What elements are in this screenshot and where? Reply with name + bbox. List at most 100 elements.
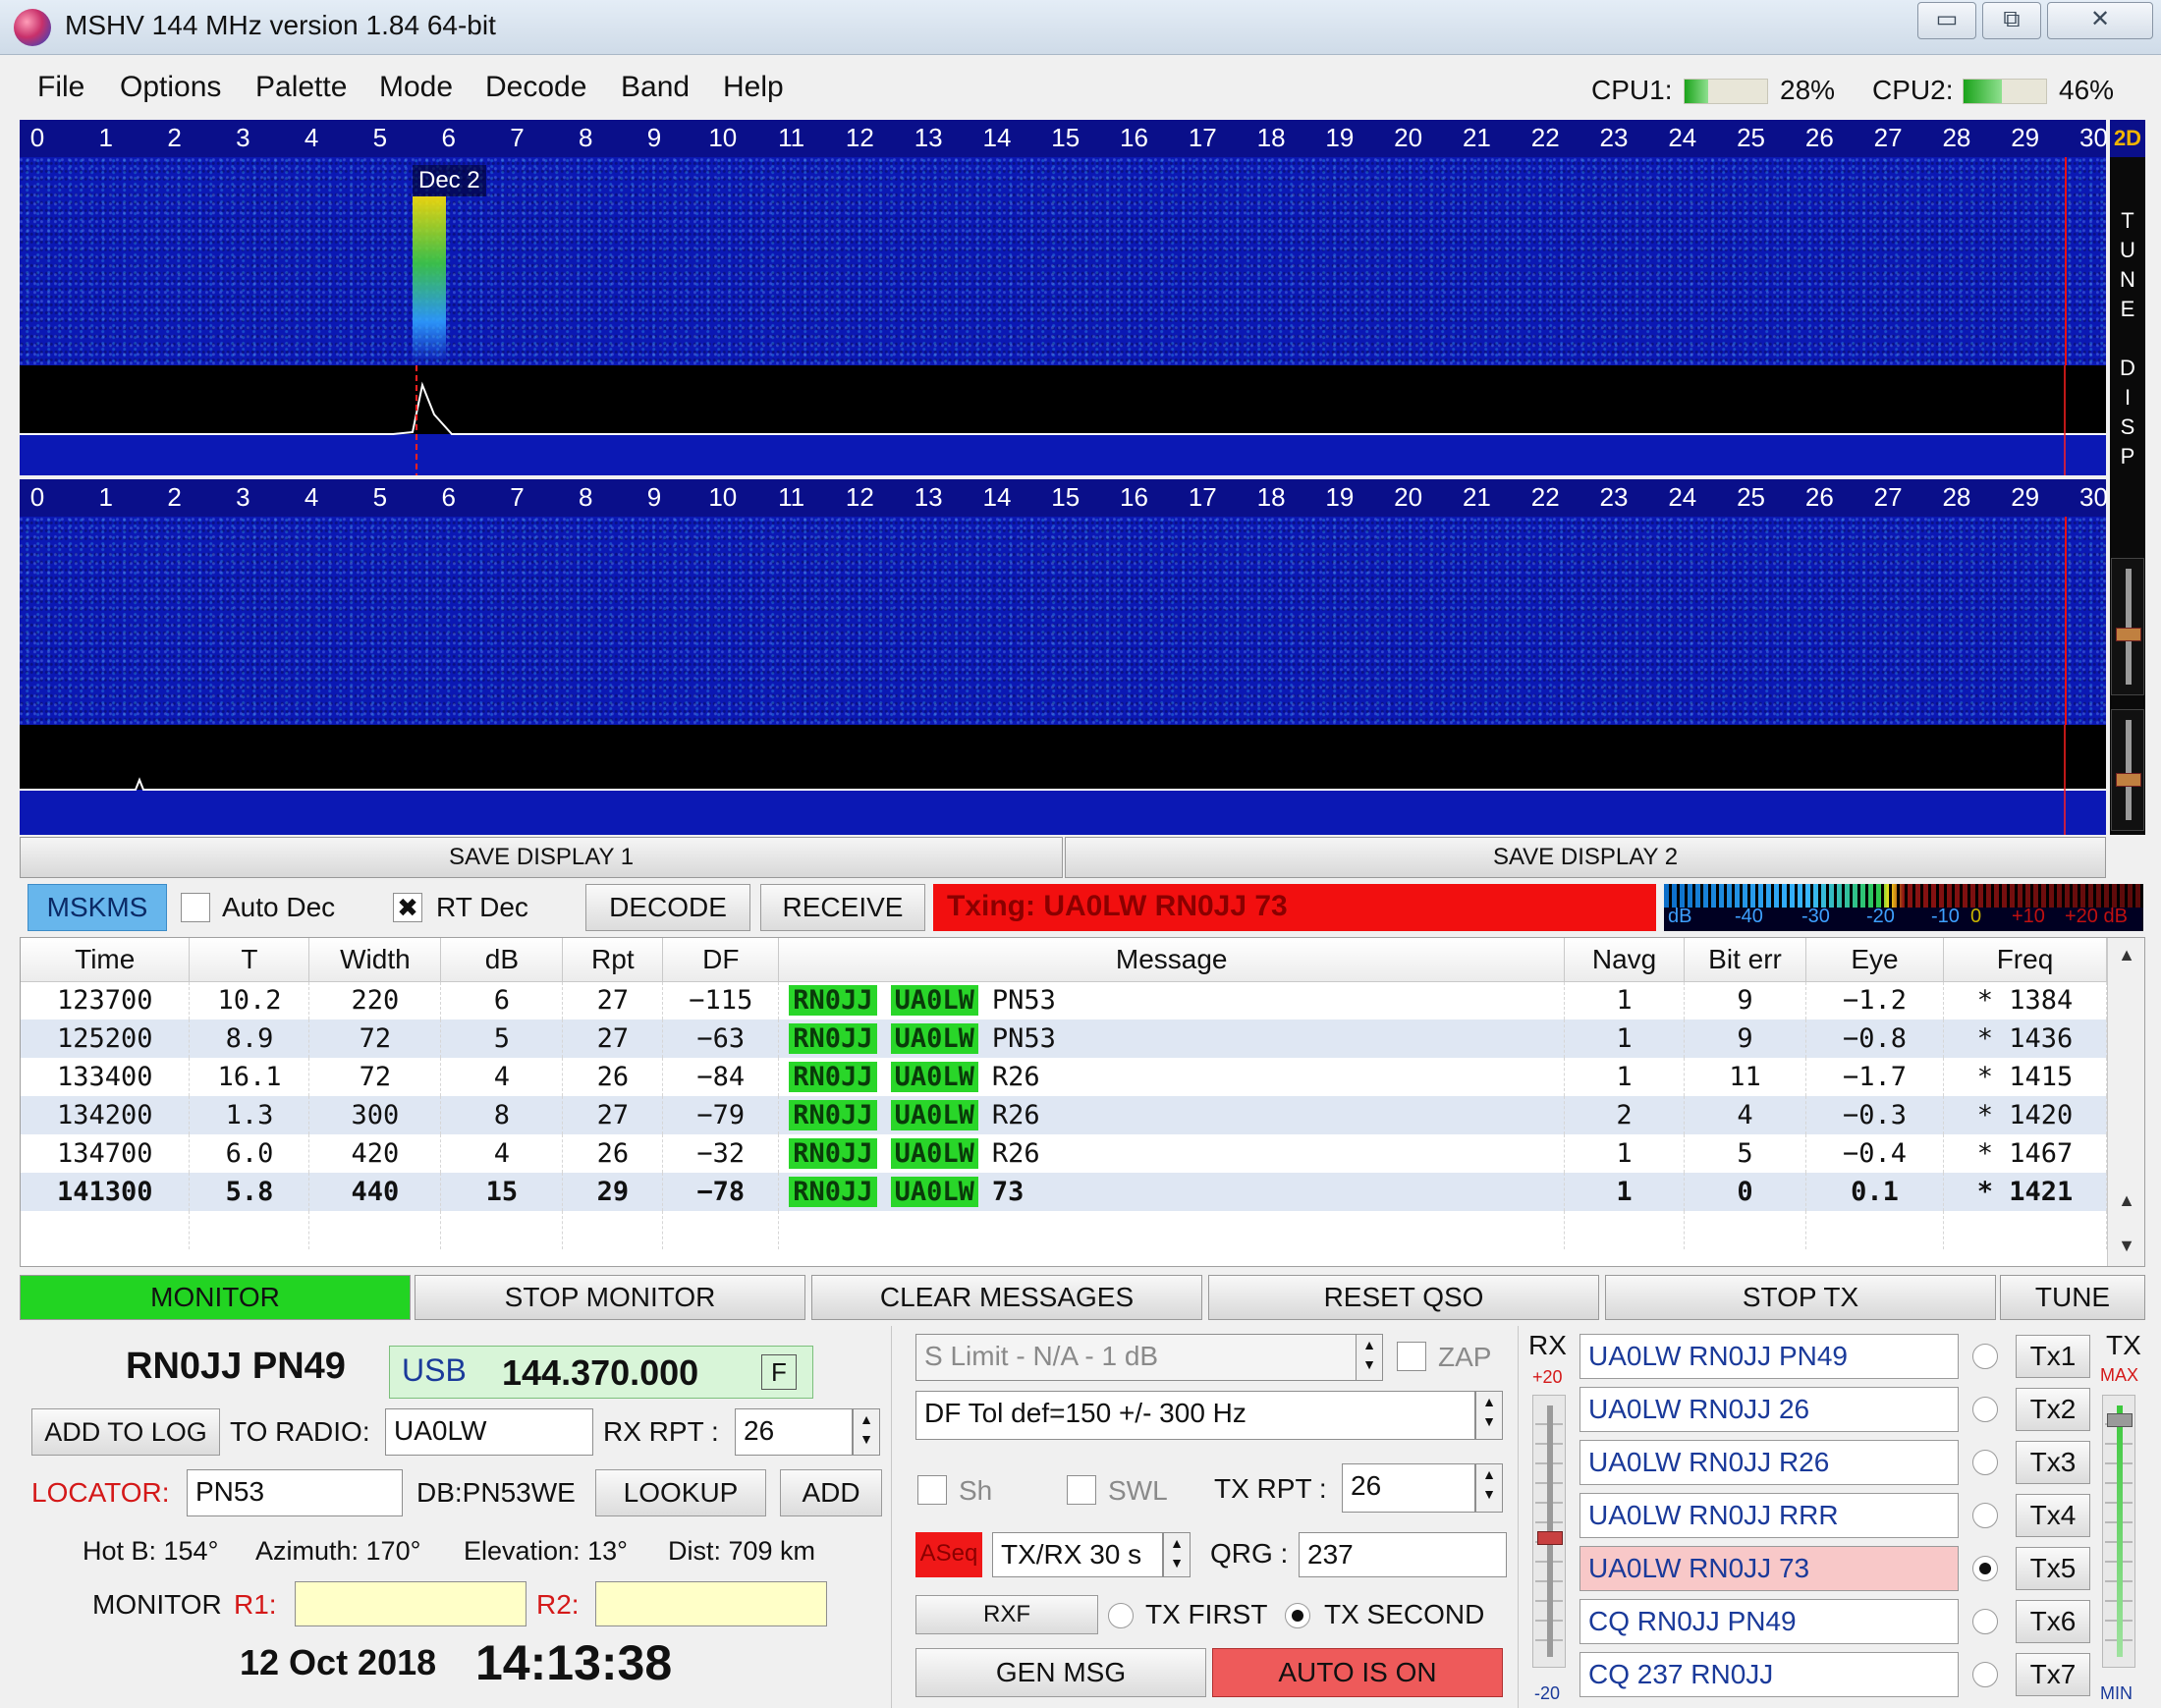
- tx-second-radio[interactable]: [1285, 1603, 1310, 1628]
- tx-rpt-field[interactable]: 26: [1342, 1463, 1475, 1513]
- locator-field[interactable]: PN53: [187, 1469, 403, 1516]
- to-radio-field[interactable]: UA0LW: [385, 1408, 593, 1456]
- auto-dec-checkbox[interactable]: [181, 893, 210, 922]
- de-callsign[interactable]: UA0LW: [890, 1138, 978, 1169]
- auto-is-on-button[interactable]: AUTO IS ON: [1212, 1648, 1503, 1697]
- display-brightness-slider[interactable]: [2111, 709, 2144, 831]
- col-db[interactable]: dB: [440, 938, 564, 982]
- tx-send-button[interactable]: Tx4: [2016, 1494, 2090, 1537]
- qrg-field[interactable]: 237: [1299, 1532, 1507, 1577]
- menu-decode[interactable]: Decode: [485, 71, 586, 104]
- dx-callsign[interactable]: RN0JJ: [789, 1177, 877, 1207]
- tx-select-radio[interactable]: [1972, 1662, 1998, 1687]
- lookup-button[interactable]: LOOKUP: [595, 1469, 766, 1516]
- add-button[interactable]: ADD: [780, 1469, 882, 1516]
- display-2[interactable]: 0 1 2 3 4 5 6 7 8 9 10 11 12 13 14 15 16 17 18 19 20 21 22 23 24…: [20, 479, 2108, 835]
- waterfall-2[interactable]: [20, 517, 2106, 725]
- display-1[interactable]: 0 1 2 3 4 5 6 7 8 9 10 11 12 13 14 15 16 17 18 19 20 21 22 23 24…: [20, 120, 2108, 475]
- decoded-messages-table[interactable]: Time T Width dB Rpt DF Message Navg Bit …: [20, 937, 2145, 1267]
- table-row[interactable]: 134700 6.0 420 4 26 −32 RN0JJ UA0LW R26 1 5 −0.4 * 1…: [21, 1134, 2108, 1173]
- save-display-1-button[interactable]: SAVE DISPLAY 1: [20, 837, 1063, 878]
- close-button[interactable]: ✕: [2047, 2, 2153, 39]
- f-button[interactable]: F: [761, 1354, 797, 1390]
- r1-field[interactable]: [295, 1581, 526, 1626]
- tx-power-slider[interactable]: [2102, 1395, 2135, 1668]
- zap-checkbox[interactable]: [1397, 1342, 1426, 1371]
- dx-callsign[interactable]: RN0JJ: [789, 1023, 877, 1054]
- tx-rpt-stepper[interactable]: ▲ ▼: [1475, 1463, 1503, 1513]
- menu-palette[interactable]: Palette: [255, 71, 347, 104]
- tx-select-radio[interactable]: [1972, 1450, 1998, 1475]
- scroll-up-icon[interactable]: ▲: [2114, 942, 2139, 967]
- save-display-2-button[interactable]: SAVE DISPLAY 2: [1065, 837, 2106, 878]
- dx-callsign[interactable]: RN0JJ: [789, 985, 877, 1017]
- table-scrollbar[interactable]: ▲ ▲ ▼: [2107, 938, 2144, 1266]
- stop-tx-button[interactable]: STOP TX: [1605, 1275, 1996, 1320]
- menu-help[interactable]: Help: [723, 71, 784, 104]
- gen-msg-button[interactable]: GEN MSG: [915, 1648, 1206, 1697]
- tx-select-radio[interactable]: [1972, 1609, 1998, 1634]
- df-tol-field[interactable]: DF Tol def=150 +/- 300 Hz: [915, 1391, 1475, 1440]
- tx-select-radio[interactable]: [1972, 1556, 1998, 1581]
- scroll-down-icon[interactable]: ▼: [2114, 1233, 2139, 1258]
- tx-first-radio[interactable]: [1108, 1603, 1134, 1628]
- tx-send-button[interactable]: Tx1: [2016, 1335, 2090, 1378]
- decode-button[interactable]: DECODE: [585, 884, 750, 931]
- rx-rpt-field[interactable]: 26: [735, 1408, 853, 1456]
- col-time[interactable]: Time: [21, 938, 191, 982]
- dx-callsign[interactable]: RN0JJ: [789, 1138, 877, 1169]
- tx-message-field[interactable]: UA0LW RN0JJ PN49: [1579, 1334, 1959, 1379]
- tx-message-field[interactable]: UA0LW RN0JJ 73: [1579, 1546, 1959, 1591]
- receive-button[interactable]: RECEIVE: [760, 884, 925, 931]
- monitor-button[interactable]: MONITOR: [20, 1275, 411, 1320]
- de-callsign[interactable]: UA0LW: [890, 1062, 978, 1092]
- clear-messages-button[interactable]: CLEAR MESSAGES: [811, 1275, 1202, 1320]
- col-df[interactable]: DF: [662, 938, 780, 982]
- table-row[interactable]: 133400 16.1 72 4 26 −84 RN0JJ UA0LW R26 1 11 −1.7 * …: [21, 1058, 2108, 1096]
- sh-checkbox[interactable]: [917, 1475, 947, 1505]
- tx-select-radio[interactable]: [1972, 1397, 1998, 1422]
- txrx-period-stepper[interactable]: ▲ ▼: [1163, 1532, 1191, 1577]
- tx-send-button[interactable]: Tx7: [2016, 1653, 2090, 1696]
- mode-2d-indicator[interactable]: 2D: [2110, 120, 2145, 157]
- rx-slider-thumb[interactable]: [1537, 1531, 1563, 1545]
- col-freq[interactable]: Freq: [1943, 938, 2108, 982]
- aseq-toggle[interactable]: ASeq: [915, 1532, 982, 1577]
- tx-message-field[interactable]: UA0LW RN0JJ R26: [1579, 1440, 1959, 1485]
- display-contrast-slider[interactable]: [2111, 558, 2144, 695]
- tx-message-field[interactable]: UA0LW RN0JJ RRR: [1579, 1493, 1959, 1538]
- tune-button[interactable]: TUNE: [2000, 1275, 2145, 1320]
- tx-select-radio[interactable]: [1972, 1503, 1998, 1528]
- s-limit-stepper[interactable]: ▲ ▼: [1356, 1334, 1383, 1381]
- frequency-display[interactable]: USB 144.370.000 F: [389, 1346, 813, 1399]
- tx-message-field[interactable]: UA0LW RN0JJ 26: [1579, 1387, 1959, 1432]
- de-callsign[interactable]: UA0LW: [890, 985, 978, 1017]
- maximize-button[interactable]: ⧉: [1982, 2, 2041, 39]
- slider-thumb[interactable]: [2116, 773, 2141, 787]
- slider-thumb[interactable]: [2116, 628, 2141, 641]
- tx-send-button[interactable]: Tx2: [2016, 1388, 2090, 1431]
- reset-qso-button[interactable]: RESET QSO: [1208, 1275, 1599, 1320]
- r2-field[interactable]: [595, 1581, 827, 1626]
- de-callsign[interactable]: UA0LW: [890, 1177, 978, 1207]
- tune-disp-strip[interactable]: 2D TUNE DISP: [2110, 120, 2145, 835]
- rxf-button[interactable]: RXF: [915, 1595, 1098, 1634]
- dx-callsign[interactable]: RN0JJ: [789, 1062, 877, 1092]
- tx-send-button[interactable]: Tx5: [2016, 1547, 2090, 1590]
- menu-band[interactable]: Band: [621, 71, 690, 104]
- col-message[interactable]: Message: [778, 938, 1566, 982]
- menu-mode[interactable]: Mode: [379, 71, 453, 104]
- scroll-up-small-icon[interactable]: ▲: [2114, 1187, 2139, 1213]
- table-row[interactable]: 134200 1.3 300 8 27 −79 RN0JJ UA0LW R26 2 4 −0.3 * 1…: [21, 1096, 2108, 1134]
- stop-monitor-button[interactable]: STOP MONITOR: [415, 1275, 805, 1320]
- txrx-period-field[interactable]: TX/RX 30 s: [992, 1532, 1163, 1577]
- tx-send-button[interactable]: Tx6: [2016, 1600, 2090, 1643]
- col-rpt[interactable]: Rpt: [562, 938, 664, 982]
- tx-slider-thumb[interactable]: [2107, 1413, 2133, 1427]
- de-callsign[interactable]: UA0LW: [890, 1023, 978, 1054]
- mode-tab-mskms[interactable]: MSKMS: [28, 884, 167, 931]
- col-bit-err[interactable]: Bit err: [1684, 938, 1806, 982]
- tx-message-field[interactable]: CQ 237 RN0JJ: [1579, 1652, 1959, 1697]
- col-eye[interactable]: Eye: [1805, 938, 1944, 982]
- table-row[interactable]: 141300 5.8 440 15 29 −78 RN0JJ UA0LW 73 1 0 0.1 * 14…: [21, 1173, 2108, 1211]
